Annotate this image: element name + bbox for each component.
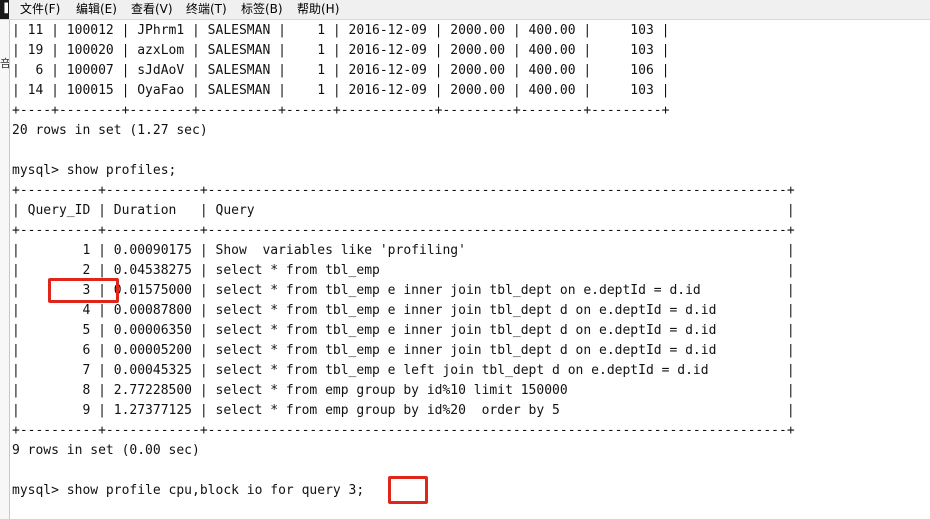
profile-row-3: | 3 | 0.01575000 | select * from tbl_emp… xyxy=(12,283,795,298)
menu-terminal[interactable]: 终端(T) xyxy=(186,0,227,19)
result-row: | 6 | 100007 | sJdAoV | SALESMAN | 1 | 2… xyxy=(12,63,670,78)
profile-row-5: | 5 | 0.00006350 | select * from tbl_emp… xyxy=(12,323,795,338)
profile-row-2: | 2 | 0.04538275 | select * from tbl_emp… xyxy=(12,263,795,278)
result-row: | 14 | 100015 | OyaFao | SALESMAN | 1 | … xyxy=(12,83,670,98)
menu-help[interactable]: 帮助(H) xyxy=(297,0,339,19)
left-window-edge: 咅 xyxy=(0,20,10,519)
menu-bar: ▐ 文件(F) 编辑(E) 查看(V) 终端(T) 标签(B) 帮助(H) xyxy=(0,0,930,20)
profile-row-9: | 9 | 1.27377125 | select * from emp gro… xyxy=(12,403,795,418)
terminal-app-icon: ▐ xyxy=(0,0,9,19)
menu-edit[interactable]: 编辑(E) xyxy=(76,0,117,19)
profile-row-8: | 8 | 2.77228500 | select * from emp gro… xyxy=(12,383,795,398)
menu-view[interactable]: 查看(V) xyxy=(131,0,173,19)
command-show-profile-query: mysql> show profile cpu,block io for que… xyxy=(12,483,365,498)
gutter-glyph: 咅 xyxy=(0,57,10,70)
rows-summary: 20 rows in set (1.27 sec) xyxy=(12,123,208,138)
menu-file[interactable]: 文件(F) xyxy=(20,0,60,19)
command-show-profiles: mysql> show profiles; xyxy=(12,163,177,178)
terminal-output[interactable]: | 11 | 100012 | JPhrm1 | SALESMAN | 1 | … xyxy=(0,20,930,519)
table-border: +----------+------------+---------------… xyxy=(12,423,795,438)
profile-row-4: | 4 | 0.00087800 | select * from tbl_emp… xyxy=(12,303,795,318)
profile-row-1: | 1 | 0.00090175 | Show variables like '… xyxy=(12,243,795,258)
menu-tabs[interactable]: 标签(B) xyxy=(241,0,283,19)
table-border: +----------+------------+---------------… xyxy=(12,223,795,238)
table-border: +----------+------------+---------------… xyxy=(12,183,795,198)
result-row: | 11 | 100012 | JPhrm1 | SALESMAN | 1 | … xyxy=(12,23,670,38)
table-header-row: | Query_ID | Duration | Query | xyxy=(12,203,795,218)
highlight-query-number-3 xyxy=(388,476,428,504)
table-border: +----+--------+--------+----------+-----… xyxy=(12,103,670,118)
profile-row-7: | 7 | 0.00045325 | select * from tbl_emp… xyxy=(12,363,795,378)
result-row: | 19 | 100020 | azxLom | SALESMAN | 1 | … xyxy=(12,43,670,58)
rows-summary: 9 rows in set (0.00 sec) xyxy=(12,443,200,458)
profile-row-6: | 6 | 0.00005200 | select * from tbl_emp… xyxy=(12,343,795,358)
